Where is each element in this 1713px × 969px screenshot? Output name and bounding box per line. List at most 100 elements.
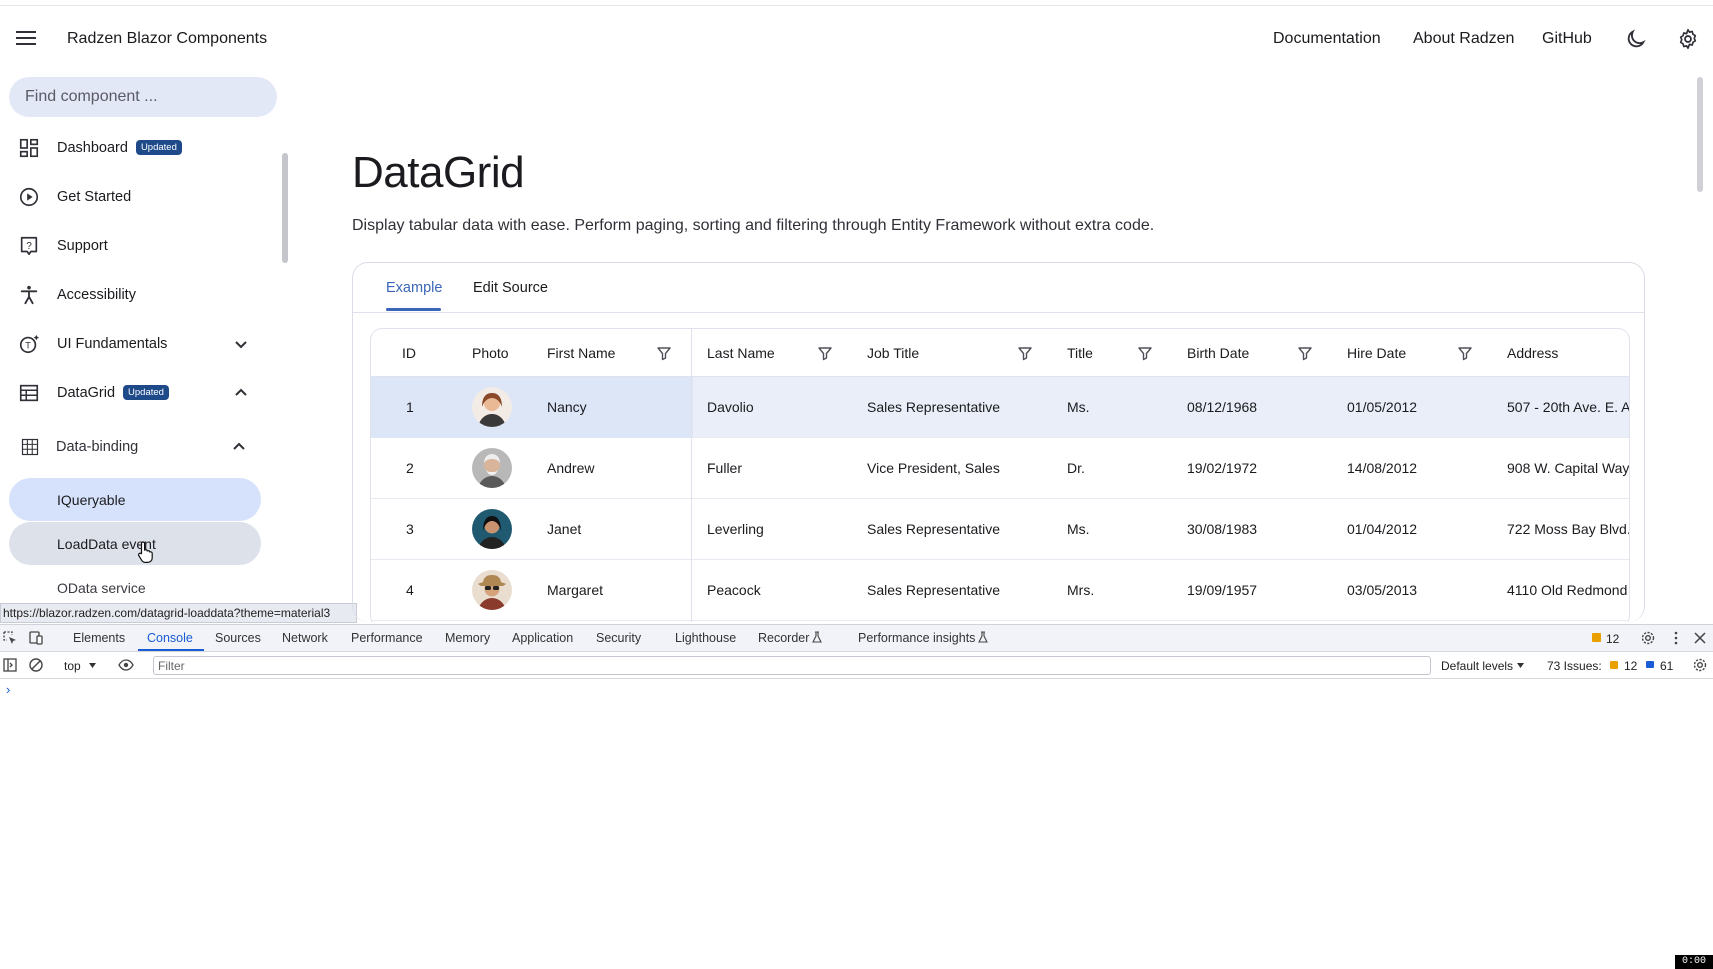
cell-job-title: Sales Representative <box>867 521 1001 537</box>
page-title: DataGrid <box>352 148 525 197</box>
cell-first-name: Andrew <box>547 460 595 476</box>
issues-warning-count: 12 <box>1624 659 1638 673</box>
sidebar-group-data-binding[interactable]: Data-binding <box>0 427 270 467</box>
chevron-down-icon <box>235 341 247 349</box>
nav-documentation[interactable]: Documentation <box>1273 30 1381 48</box>
devtools-tab-elements[interactable]: Elements <box>73 631 125 645</box>
gear-icon[interactable] <box>1677 28 1699 50</box>
cell-title: Mrs. <box>1067 582 1095 598</box>
column-header-id[interactable]: ID <box>402 345 416 361</box>
table-row[interactable]: 1 Nancy Davolio Sales Representative Ms.… <box>371 377 1629 438</box>
cell-address: 507 - 20th Ave. E. Apt. 2A <box>1507 399 1630 415</box>
cell-id: 4 <box>406 582 414 598</box>
sidebar-subitem-loaddata-event[interactable]: LoadData event <box>9 522 261 565</box>
grid-icon <box>21 438 39 456</box>
play-circle-icon <box>19 187 39 207</box>
updated-badge: Updated <box>135 140 182 155</box>
sidebar-scrollbar[interactable] <box>282 153 288 263</box>
more-vertical-icon[interactable] <box>1668 630 1684 646</box>
devtools-tab-security[interactable]: Security <box>596 631 641 645</box>
help-icon: ? <box>20 236 38 256</box>
nav-github[interactable]: GitHub <box>1542 30 1592 48</box>
cell-birth-date: 19/02/1972 <box>1187 460 1258 476</box>
filter-icon[interactable] <box>1297 345 1313 361</box>
sidebar-item-support[interactable]: ? Support <box>0 226 270 266</box>
column-header-first-name[interactable]: First Name <box>547 345 615 361</box>
filter-icon[interactable] <box>1457 345 1473 361</box>
active-tab-indicator <box>386 308 441 311</box>
device-toggle-icon[interactable] <box>28 630 44 646</box>
filter-icon[interactable] <box>817 345 833 361</box>
tab-example[interactable]: Example <box>386 280 442 296</box>
column-header-birth-date[interactable]: Birth Date <box>1187 345 1249 361</box>
sidebar-subitem-odata-service[interactable]: OData service <box>57 580 146 596</box>
devtools-tab-performance[interactable]: Performance <box>351 631 423 645</box>
column-header-photo[interactable]: Photo <box>472 345 509 361</box>
column-header-title[interactable]: Title <box>1067 345 1093 361</box>
frozen-column-divider <box>691 329 692 622</box>
cell-first-name: Janet <box>547 521 582 537</box>
sidebar-item-datagrid[interactable]: DataGrid Updated <box>0 373 270 413</box>
column-header-last-name[interactable]: Last Name <box>707 345 775 361</box>
devtools-tab-application[interactable]: Application <box>512 631 573 645</box>
console-prompt[interactable]: › <box>6 682 10 697</box>
sidebar-group-label: Data-binding <box>56 439 139 455</box>
hamburger-menu-icon[interactable] <box>14 27 38 51</box>
devtools-tab-bar: Elements Console Sources Network Perform… <box>0 625 1713 652</box>
filter-icon[interactable] <box>1137 345 1153 361</box>
table-row[interactable]: 4 Margaret Peacock Sales Representative … <box>371 560 1629 621</box>
nav-about-radzen[interactable]: About Radzen <box>1413 30 1514 48</box>
column-header-hire-date[interactable]: Hire Date <box>1347 345 1406 361</box>
sidebar-item-label: UI Fundamentals <box>57 336 168 352</box>
devtools-tab-lighthouse[interactable]: Lighthouse <box>675 631 736 645</box>
sidebar-item-label: Get Started <box>57 189 132 205</box>
sidebar-item-dashboard[interactable]: Dashboard Updated <box>0 128 270 168</box>
devtools-tab-performance-insights[interactable]: Performance insights <box>858 631 975 645</box>
settings-gear-icon[interactable] <box>1640 630 1656 646</box>
cell-hire-date: 03/05/2013 <box>1347 582 1418 598</box>
devtools-tab-memory[interactable]: Memory <box>445 631 490 645</box>
devtools-tab-sources[interactable]: Sources <box>215 631 261 645</box>
sidebar-toggle-icon[interactable] <box>2 657 18 673</box>
table-icon <box>19 384 39 402</box>
clear-console-icon[interactable] <box>28 657 44 673</box>
moon-icon[interactable] <box>1625 28 1647 50</box>
updated-badge: Updated <box>123 385 169 400</box>
inspect-icon[interactable] <box>2 630 18 646</box>
column-header-job-title[interactable]: Job Title <box>867 345 919 361</box>
page-scrollbar[interactable] <box>1697 77 1703 192</box>
app-title: Radzen Blazor Components <box>67 30 268 47</box>
cell-address: 722 Moss Bay Blvd. <box>1507 521 1630 537</box>
log-levels-select[interactable]: Default levels <box>1441 659 1513 673</box>
console-filter-input[interactable] <box>153 656 1431 675</box>
close-icon[interactable] <box>1692 630 1708 646</box>
issues-label[interactable]: 73 Issues: <box>1547 659 1602 673</box>
table-row[interactable]: 3 Janet Leverling Sales Representative M… <box>371 499 1629 560</box>
sidebar-item-get-started[interactable]: Get Started <box>0 177 270 217</box>
eye-icon[interactable] <box>118 657 134 673</box>
sidebar-item-ui-fundamentals[interactable]: T UI Fundamentals <box>0 324 270 364</box>
sidebar-item-label: Dashboard <box>57 140 128 156</box>
filter-icon[interactable] <box>656 345 672 361</box>
flask-icon <box>812 631 822 643</box>
dashboard-icon <box>19 138 39 158</box>
search-input[interactable] <box>9 77 277 117</box>
console-settings-gear-icon[interactable] <box>1692 657 1708 673</box>
devtools-tab-console[interactable]: Console <box>147 631 193 645</box>
info-icon <box>1646 661 1654 668</box>
tab-edit-source[interactable]: Edit Source <box>473 280 548 296</box>
column-header-address[interactable]: Address <box>1507 345 1558 361</box>
devtools-tab-recorder[interactable]: Recorder <box>758 631 809 645</box>
filter-icon[interactable] <box>1017 345 1033 361</box>
context-select[interactable]: top <box>64 659 81 673</box>
tab-bar: Example Edit Source <box>353 263 1644 313</box>
warning-count[interactable]: 12 <box>1606 632 1619 646</box>
top-border <box>0 0 1713 6</box>
sidebar-item-accessibility[interactable]: Accessibility <box>0 275 270 315</box>
grid-header-row: ID Photo First Name Last Name Job Title … <box>371 329 1629 377</box>
devtools-tab-network[interactable]: Network <box>282 631 328 645</box>
sidebar-subitem-iqueryable[interactable]: IQueryable <box>9 478 261 521</box>
table-row[interactable]: 2 Andrew Fuller Vice President, Sales Dr… <box>371 438 1629 499</box>
warning-icon <box>1592 633 1601 642</box>
avatar <box>472 448 512 488</box>
